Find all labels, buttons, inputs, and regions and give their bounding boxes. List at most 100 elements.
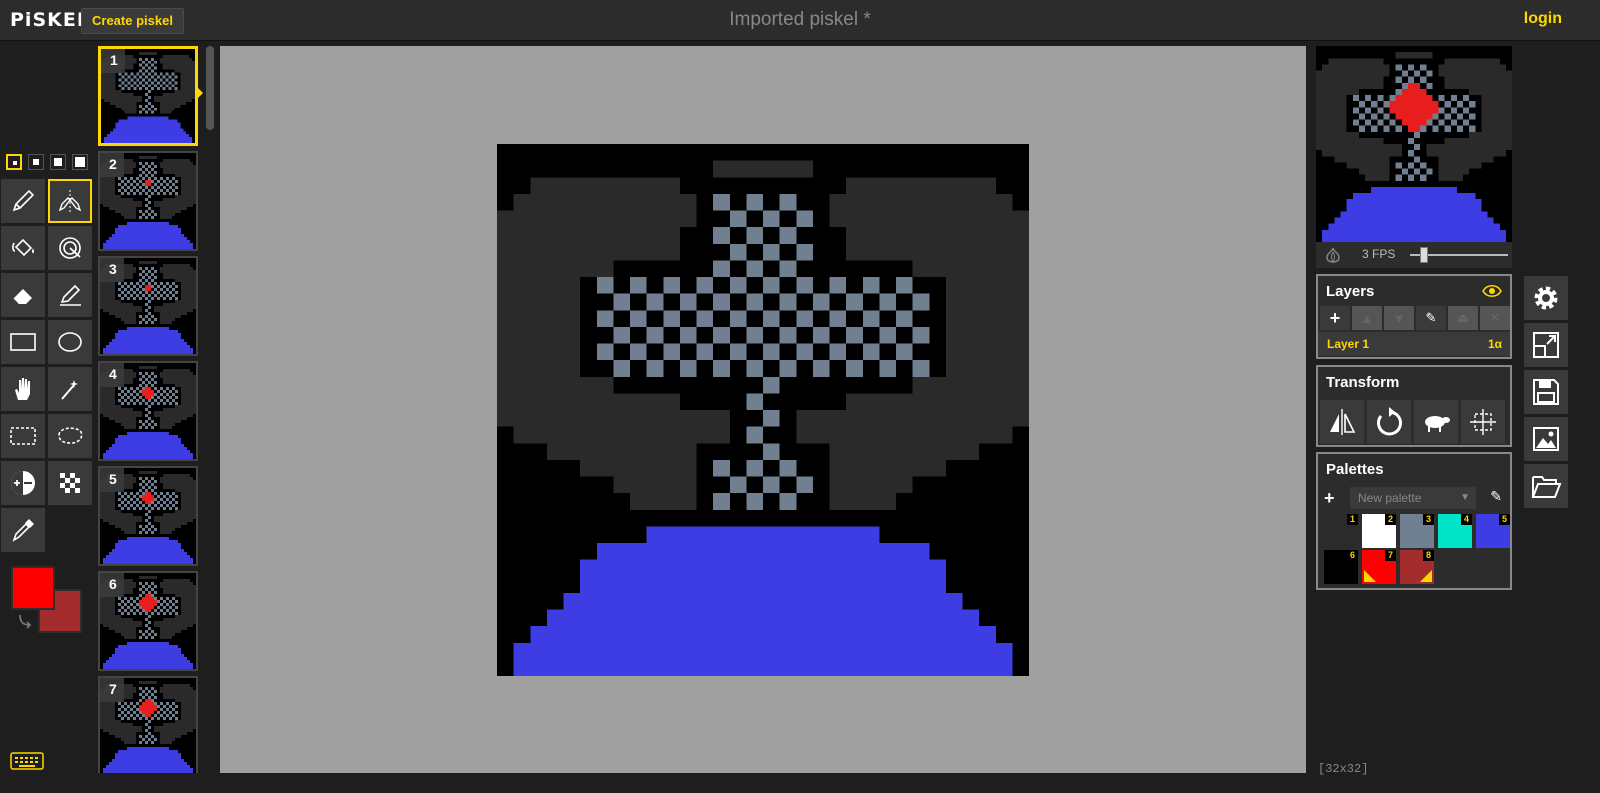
art-checker-pixel (127, 501, 130, 504)
art-checker-pixel (118, 708, 121, 711)
art-checker-pixel (145, 57, 148, 61)
paint-all-similar-tool[interactable] (48, 226, 92, 270)
palette-swatch[interactable]: 2 (1362, 514, 1396, 548)
art-checker-pixel (1371, 113, 1378, 120)
swap-colors-icon[interactable] (16, 611, 34, 629)
art-checker-pixel (148, 177, 151, 180)
keyboard-shortcuts-icon[interactable] (10, 751, 44, 771)
swatch-number: 5 (1499, 514, 1510, 525)
pen-size-4[interactable] (72, 154, 88, 170)
art-checker-pixel (163, 705, 166, 708)
dithering-tool[interactable] (48, 461, 92, 505)
art-checker-pixel (142, 60, 146, 64)
palette-swatch[interactable]: 8 (1400, 550, 1434, 584)
art-checker-pixel (150, 69, 154, 73)
layer-opacity[interactable]: 1α (1488, 337, 1502, 351)
frame-thumbnail[interactable]: 4 (98, 361, 198, 461)
art-checker-pixel (127, 81, 131, 85)
onion-skin-icon[interactable] (1324, 246, 1342, 264)
art-checker-pixel (136, 498, 139, 501)
art-gem-pixel (1395, 95, 1402, 102)
pen-size-1[interactable] (6, 154, 22, 170)
move-tool[interactable] (1, 367, 45, 411)
move-layer-up-button[interactable]: ▲ (1352, 306, 1382, 330)
pen-size-2[interactable] (28, 154, 44, 170)
layer-item[interactable]: Layer 1 1α (1318, 332, 1510, 356)
art-checker-pixel (139, 483, 142, 486)
clone-button[interactable] (1414, 400, 1458, 444)
art-checker-pixel (729, 310, 747, 327)
drawing-canvas[interactable] (497, 144, 1029, 676)
edit-layer-button[interactable]: ✎ (1416, 306, 1446, 330)
add-layer-button[interactable]: + (1320, 306, 1350, 330)
frame-thumbnail[interactable]: 2 (98, 151, 198, 251)
pen-tool[interactable] (1, 179, 45, 223)
fps-slider-handle[interactable] (1420, 247, 1428, 263)
palette-swatch[interactable]: 5 (1476, 514, 1510, 548)
shape-selection-tool[interactable] (48, 367, 92, 411)
pen-size-3[interactable] (50, 154, 66, 170)
rectangle-tool[interactable] (1, 320, 45, 364)
art-checker-pixel (175, 600, 178, 603)
export-button[interactable] (1524, 417, 1568, 461)
flip-button[interactable] (1320, 400, 1364, 444)
login-link[interactable]: login (1524, 10, 1562, 28)
merge-layer-button[interactable]: ⏏ (1448, 306, 1478, 330)
edit-palette-button[interactable]: ✎ (1490, 488, 1502, 505)
palette-swatch[interactable]: 4 (1438, 514, 1472, 548)
palette-swatch[interactable]: 6 (1324, 550, 1358, 584)
art-checker-pixel (118, 399, 121, 402)
frame-thumbnail[interactable]: 7 (98, 676, 198, 773)
art-checker-pixel (1420, 174, 1427, 181)
eraser-tool[interactable] (1, 273, 45, 317)
art-checker-pixel (139, 420, 142, 423)
art-checker-pixel (1352, 95, 1359, 102)
frame-thumbnail[interactable]: 6 (98, 571, 198, 671)
art-checker-pixel (1407, 150, 1414, 157)
settings-button[interactable] (1524, 276, 1568, 320)
art-mound (103, 453, 193, 459)
art-checker-pixel (130, 708, 133, 711)
palette-dropdown[interactable]: New palette ▼ (1350, 487, 1476, 509)
import-button[interactable] (1524, 464, 1568, 508)
art-checker-pixel (157, 501, 160, 504)
resize-button[interactable] (1524, 323, 1568, 367)
art-checker-pixel (136, 714, 139, 717)
lasso-selection-tool[interactable] (48, 414, 92, 458)
delete-layer-button[interactable]: ✕ (1480, 306, 1510, 330)
art-checker-pixel (139, 81, 143, 85)
art-gem-pixel (145, 387, 148, 390)
circle-tool[interactable] (48, 320, 92, 364)
art-checker-pixel (613, 360, 630, 377)
frames-scrollbar[interactable] (206, 46, 214, 130)
art-checker-pixel (133, 390, 136, 393)
frame-thumbnail[interactable]: 1 (98, 46, 198, 146)
eye-icon[interactable] (1482, 284, 1502, 298)
art-checker-pixel (121, 612, 124, 615)
art-gem-pixel (145, 390, 148, 393)
art-checker-pixel (160, 393, 163, 396)
palette-swatch[interactable]: 1 (1324, 514, 1358, 548)
frame-thumbnail[interactable]: 5 (98, 466, 198, 566)
art-checker-pixel (142, 171, 145, 174)
drawing-area[interactable] (220, 46, 1306, 773)
frame-thumbnail[interactable]: 3 (98, 256, 198, 356)
add-palette-button[interactable]: + (1324, 487, 1346, 509)
color-picker-tool[interactable] (1, 508, 45, 552)
art-checker-pixel (172, 288, 175, 291)
lighten-tool[interactable] (1, 461, 45, 505)
palette-swatch[interactable]: 7 (1362, 550, 1396, 584)
primary-color[interactable] (11, 566, 55, 610)
art-mound (127, 432, 169, 435)
paint-bucket-tool[interactable] (1, 226, 45, 270)
vertical-mirror-tool[interactable] (48, 179, 92, 223)
palette-swatch[interactable]: 3 (1400, 514, 1434, 548)
rectangle-selection-tool[interactable] (1, 414, 45, 458)
move-layer-down-button[interactable]: ▼ (1384, 306, 1414, 330)
art-checker-pixel (121, 81, 125, 85)
rotate-button[interactable] (1367, 400, 1411, 444)
art-checker-pixel (779, 360, 797, 377)
align-center-button[interactable] (1461, 400, 1505, 444)
stroke-tool[interactable] (48, 273, 92, 317)
save-button[interactable] (1524, 370, 1568, 414)
